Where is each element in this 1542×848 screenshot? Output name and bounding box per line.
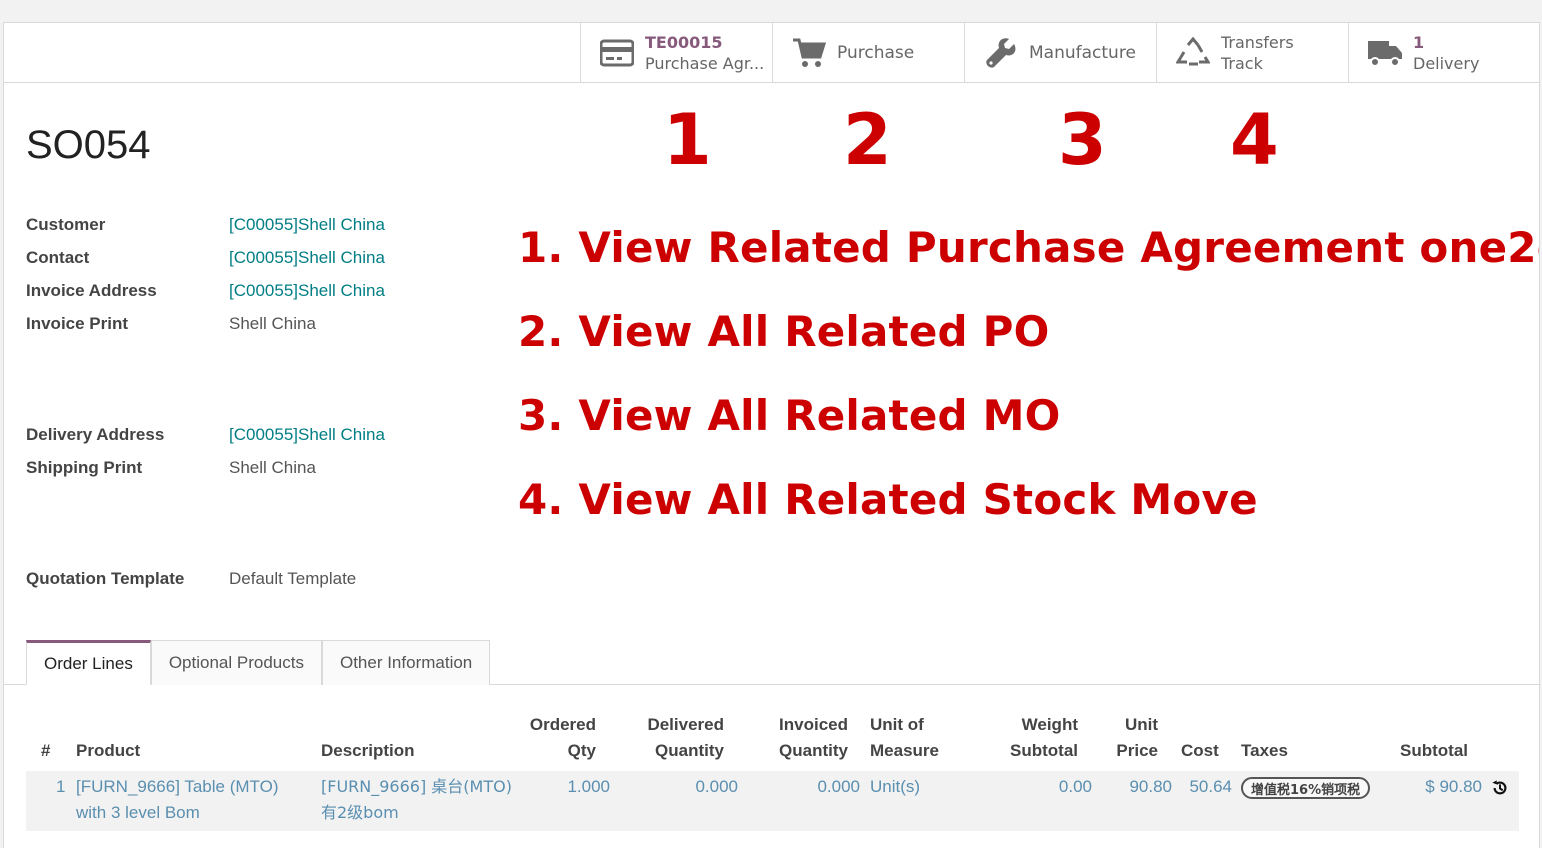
invoice-print-field[interactable]: Shell China — [229, 314, 316, 334]
col-header-taxes[interactable]: Taxes — [1241, 738, 1288, 764]
invoice-address-label: Invoice Address — [26, 281, 157, 300]
credit-card-icon — [599, 35, 635, 71]
tab-order-lines[interactable]: Order Lines — [26, 640, 151, 685]
smart-button-box: TE00015 Purchase Agr... Purchase Manufac… — [4, 23, 1539, 83]
history-icon[interactable] — [1491, 779, 1509, 797]
tab-other-information[interactable]: Other Information — [321, 640, 491, 685]
invoice-print-label: Invoice Print — [26, 314, 129, 333]
callout-number-2: 2 — [843, 99, 892, 181]
row-product-line2: with 3 level Bom — [76, 803, 200, 822]
row-number: 1 — [56, 777, 66, 796]
customer-label: Customer — [26, 215, 106, 234]
row-unit-price[interactable]: 90.80 — [1094, 774, 1172, 800]
delivery-count: 1 — [1413, 33, 1425, 52]
record-title: SO054 — [26, 123, 151, 167]
purchase-agreement-ref: TE00015 — [645, 33, 723, 52]
col-header-unit-price[interactable]: Unit Price — [1094, 712, 1158, 764]
col-header-uom-line2: Measure — [870, 741, 939, 760]
col-header-cost[interactable]: Cost — [1181, 738, 1219, 764]
callout-number-1: 1 — [663, 99, 712, 181]
col-header-delivered-qty[interactable]: Delivered Quantity — [614, 712, 724, 764]
row-weight-subtotal[interactable]: 0.00 — [994, 774, 1092, 800]
col-header-invoiced-line2: Quantity — [779, 741, 848, 760]
col-header-invoiced-qty[interactable]: Invoiced Quantity — [744, 712, 848, 764]
transfers-label: Transfers — [1221, 33, 1294, 52]
row-product-line1: [FURN_9666] Table (MTO) — [76, 777, 279, 796]
shipping-print-field[interactable]: Shell China — [229, 458, 316, 478]
row-subtotal: $ 90.80 — [1425, 777, 1482, 796]
shipping-print-label: Shipping Print — [26, 458, 143, 477]
col-header-price-line1: Unit — [1124, 715, 1158, 734]
callout-text-4: 4. View All Related Stock Move — [518, 475, 1258, 524]
col-header-weight-line2: Subtotal — [1010, 741, 1078, 760]
col-header-uom-line1: Unit of — [870, 715, 924, 734]
row-description-line2: 有2级bom — [321, 803, 399, 822]
callout-number-4: 4 — [1230, 99, 1279, 181]
row-ordered-qty[interactable]: 1.000 — [504, 774, 610, 800]
purchase-agreement-label: Purchase Agr... — [645, 54, 765, 73]
wrench-icon — [983, 35, 1019, 71]
track-label: Track — [1221, 54, 1263, 73]
col-header-delivered-line2: Quantity — [655, 741, 724, 760]
quotation-template-label: Quotation Template — [26, 569, 185, 588]
delivery-button[interactable]: 1 Delivery — [1348, 23, 1539, 83]
contact-field[interactable]: [C00055]Shell China — [229, 248, 385, 268]
transfers-track-button[interactable]: Transfers Track — [1156, 23, 1348, 83]
row-tax-badge[interactable]: 增值税16%销项税 — [1241, 777, 1371, 799]
row-cost[interactable]: 50.64 — [1174, 774, 1232, 800]
callout-text-2: 2. View All Related PO — [518, 307, 1050, 356]
col-header-invoiced-line1: Invoiced — [779, 715, 848, 734]
notebook-tabs: Order Lines Optional Products Other Info… — [26, 640, 491, 685]
delivery-address-field[interactable]: [C00055]Shell China — [229, 425, 385, 445]
form-sheet: TE00015 Purchase Agr... Purchase Manufac… — [3, 22, 1540, 848]
col-header-unit-of-measure[interactable]: Unit of Measure — [870, 712, 939, 764]
shopping-cart-icon — [791, 35, 827, 71]
row-delivered-qty[interactable]: 0.000 — [624, 774, 738, 800]
callout-number-3: 3 — [1058, 99, 1107, 181]
callout-text-3: 3. View All Related MO — [518, 391, 1061, 440]
truck-icon — [1367, 35, 1403, 71]
row-description[interactable]: [FURN_9666] 桌台(MTO) 有2级bom — [321, 774, 512, 826]
col-header-weight-subtotal[interactable]: Weight Subtotal — [994, 712, 1078, 764]
row-product[interactable]: [FURN_9666] Table (MTO) with 3 level Bom — [76, 774, 279, 826]
purchase-button[interactable]: Purchase — [772, 23, 964, 83]
manufacture-label: Manufacture — [1029, 42, 1136, 63]
tab-optional-products[interactable]: Optional Products — [150, 640, 322, 685]
col-header-product[interactable]: Product — [76, 738, 140, 764]
recycle-icon — [1175, 35, 1211, 71]
purchase-agreement-button[interactable]: TE00015 Purchase Agr... — [580, 23, 772, 83]
delivery-label: Delivery — [1413, 54, 1480, 73]
purchase-label: Purchase — [837, 42, 915, 63]
col-header-ordered-line2: Qty — [567, 741, 596, 760]
col-header-description[interactable]: Description — [321, 738, 415, 764]
customer-field[interactable]: [C00055]Shell China — [229, 215, 385, 235]
row-invoiced-qty[interactable]: 0.000 — [744, 774, 860, 800]
row-unit-of-measure[interactable]: Unit(s) — [870, 774, 920, 800]
contact-label: Contact — [26, 248, 90, 267]
col-header-price-line2: Price — [1116, 741, 1158, 760]
col-header-delivered-line1: Delivered — [647, 715, 724, 734]
quotation-template-field[interactable]: Default Template — [229, 569, 356, 589]
col-header-weight-line1: Weight — [1021, 715, 1078, 734]
invoice-address-field[interactable]: [C00055]Shell China — [229, 281, 385, 301]
callout-text-1: 1. View Related Purchase Agreement one2o… — [518, 223, 1540, 272]
row-description-line1: [FURN_9666] 桌台(MTO) — [321, 777, 512, 796]
col-header-subtotal[interactable]: Subtotal — [1384, 738, 1468, 764]
col-header-ordered-qty[interactable]: Ordered Qty — [504, 712, 596, 764]
manufacture-button[interactable]: Manufacture — [964, 23, 1156, 83]
delivery-address-label: Delivery Address — [26, 425, 165, 444]
col-header-number: # — [41, 741, 51, 760]
col-header-ordered-line1: Ordered — [529, 715, 596, 734]
